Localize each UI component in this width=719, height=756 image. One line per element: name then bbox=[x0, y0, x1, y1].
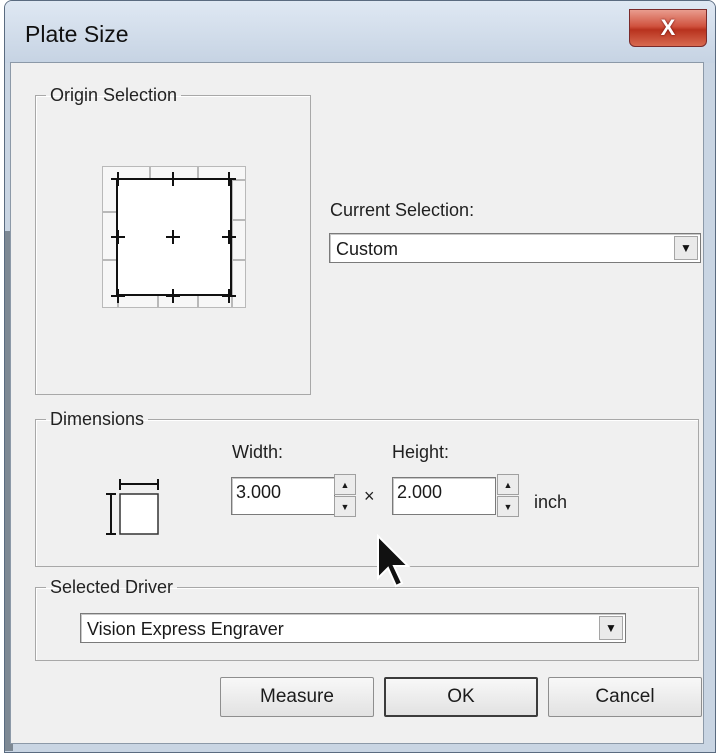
height-input[interactable]: 2.000 bbox=[392, 477, 496, 515]
origin-point-middle-left[interactable] bbox=[111, 230, 125, 244]
origin-point-center[interactable] bbox=[166, 230, 180, 244]
height-spinner[interactable]: ▲ ▼ bbox=[497, 474, 519, 518]
height-spin-down-icon[interactable]: ▼ bbox=[497, 496, 519, 517]
unit-label: inch bbox=[534, 492, 568, 512]
width-spinner[interactable]: ▲ ▼ bbox=[334, 474, 356, 518]
width-label: Width: bbox=[232, 442, 284, 462]
times-symbol: × bbox=[364, 486, 375, 506]
origin-point-bottom-right[interactable] bbox=[222, 289, 236, 303]
driver-value: Vision Express Engraver bbox=[87, 619, 284, 639]
ok-button[interactable]: OK bbox=[384, 677, 538, 717]
origin-point-middle-right[interactable] bbox=[222, 230, 236, 244]
driver-dropdown[interactable]: Vision Express Engraver ▼ bbox=[80, 613, 626, 643]
measure-button[interactable]: Measure bbox=[220, 677, 374, 717]
width-spin-down-icon[interactable]: ▼ bbox=[334, 496, 356, 517]
origin-point-top-left[interactable] bbox=[111, 172, 125, 186]
width-spin-up-icon[interactable]: ▲ bbox=[334, 474, 356, 495]
origin-cell-right-upper[interactable] bbox=[232, 180, 246, 220]
mouse-cursor-icon bbox=[377, 534, 411, 588]
width-input[interactable]: 3.000 bbox=[231, 477, 335, 515]
height-spin-up-icon[interactable]: ▲ bbox=[497, 474, 519, 495]
height-label: Height: bbox=[392, 442, 450, 462]
origin-point-bottom-center[interactable] bbox=[166, 289, 180, 303]
dimensions-legend: Dimensions bbox=[50, 409, 145, 429]
selected-driver-legend: Selected Driver bbox=[50, 577, 174, 597]
origin-point-top-right[interactable] bbox=[222, 172, 236, 186]
plate-dimensions-icon bbox=[106, 479, 159, 535]
window-title: Plate Size bbox=[25, 21, 129, 47]
close-icon: X bbox=[660, 15, 676, 40]
close-button[interactable]: X bbox=[629, 9, 707, 47]
current-selection-label: Current Selection: bbox=[330, 200, 475, 220]
origin-selection-legend: Origin Selection bbox=[50, 85, 178, 105]
cancel-button[interactable]: Cancel bbox=[548, 677, 702, 717]
origin-point-bottom-left[interactable] bbox=[111, 289, 125, 303]
current-selection-value: Custom bbox=[336, 239, 399, 259]
driver-dropdown-arrow-icon[interactable]: ▼ bbox=[599, 616, 623, 640]
dropdown-arrow-icon[interactable]: ▼ bbox=[674, 236, 698, 260]
origin-point-top-center[interactable] bbox=[166, 172, 180, 186]
current-selection-dropdown[interactable]: Custom ▼ bbox=[329, 233, 701, 263]
